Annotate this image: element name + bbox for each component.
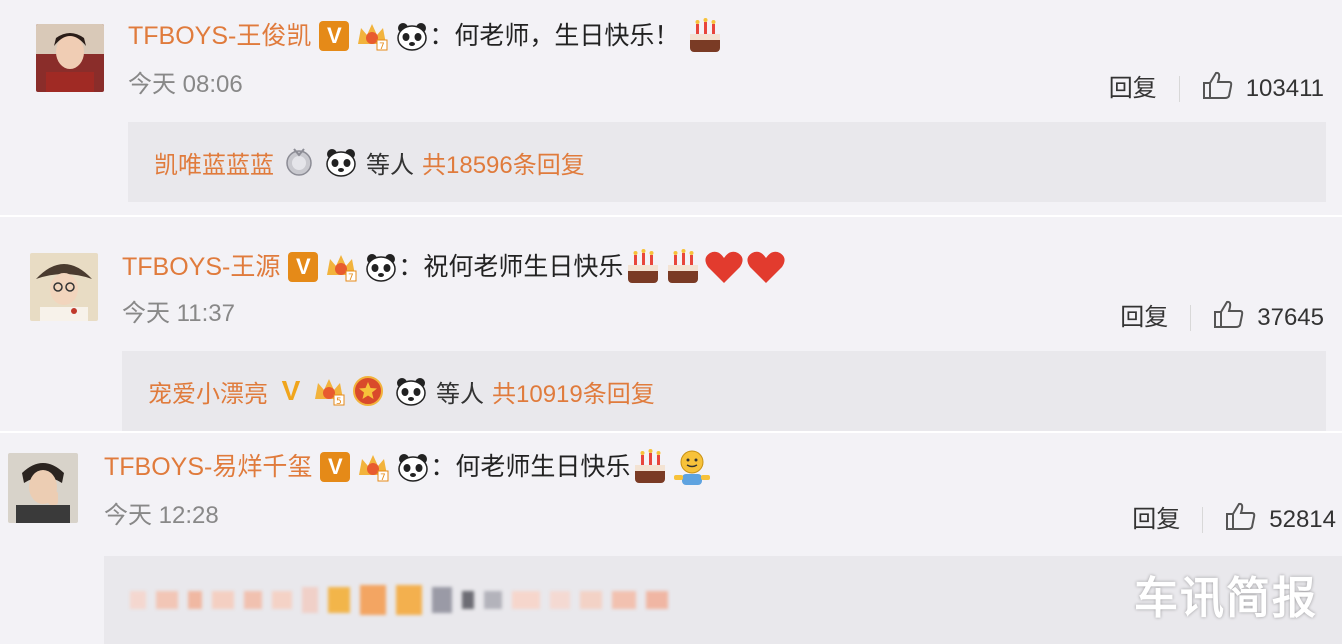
crown-level-icon: 5 — [312, 375, 346, 407]
comment-actions: 回复 37645 — [1120, 299, 1324, 337]
reply-button[interactable]: 回复 — [1132, 505, 1180, 535]
comment-time: 今天 12:28 — [104, 502, 219, 529]
comment-time: 今天 08:06 — [128, 71, 243, 98]
verified-v-icon: V — [281, 375, 301, 406]
panda-icon — [324, 146, 358, 178]
watermark-text: 车讯简报 — [1134, 574, 1318, 623]
cake-emoji-icon — [685, 16, 725, 56]
like-count: 103411 — [1245, 75, 1324, 102]
reply-count[interactable]: 共10919条回复 — [492, 374, 655, 409]
comment-text: ：何老师生日快乐 — [430, 453, 631, 481]
reply-count[interactable]: 共18596条回复 — [422, 145, 585, 180]
reply-tail-text: 等人 — [366, 151, 414, 179]
comment-item: TFBOYS-王源 V 7 ：祝何老师生日快乐 今天 11:37 回复 3764 — [0, 217, 1342, 431]
username[interactable]: TFBOYS-王俊凯 — [128, 19, 311, 53]
comment-text: ：何老师，生日快乐！ — [429, 22, 680, 50]
thumbs-up-icon — [1213, 299, 1245, 337]
verified-v-icon: V — [319, 21, 350, 51]
smiling-face-emoji-icon — [672, 447, 712, 487]
panda-icon — [395, 20, 429, 52]
crown-level-icon: 7 — [356, 451, 390, 483]
svg-text:5: 5 — [336, 397, 342, 407]
comment-item: TFBOYS-王俊凯 V 7 ：何老师，生日快乐！ 今天 08:06 回复 10… — [0, 0, 1342, 215]
medal-icon — [284, 147, 314, 177]
comment-header: TFBOYS-王俊凯 V 7 ：何老师，生日快乐！ — [128, 16, 725, 56]
cake-emoji-icon — [630, 447, 670, 487]
blurred-reply-content — [130, 585, 668, 615]
comment-actions: 回复 52814 — [1132, 501, 1336, 539]
cake-emoji-icon — [663, 247, 703, 287]
like-count: 52814 — [1269, 506, 1336, 533]
comment-header: TFBOYS-王源 V 7 ：祝何老师生日快乐 — [122, 247, 787, 287]
verified-v-icon: V — [320, 452, 351, 482]
crown-level-icon: 7 — [355, 20, 389, 52]
verified-v-icon: V — [288, 252, 319, 282]
reply-username[interactable]: 凯唯蓝蓝蓝 — [154, 145, 274, 180]
svg-text:7: 7 — [379, 42, 385, 52]
cake-emoji-icon — [623, 247, 663, 287]
reply-summary[interactable]: 宠爱小漂亮 V 5 等人 共10919条回复 — [122, 351, 1326, 431]
panda-icon — [364, 251, 398, 283]
heart-emoji-icon — [745, 248, 787, 286]
divider — [1190, 305, 1192, 331]
divider — [1178, 76, 1180, 102]
comment-text: ：祝何老师生日快乐 — [398, 253, 624, 281]
divider — [1202, 507, 1204, 533]
thumbs-up-icon — [1202, 70, 1234, 108]
like-count: 37645 — [1257, 304, 1324, 331]
like-button[interactable]: 52814 — [1225, 501, 1336, 539]
username[interactable]: TFBOYS-王源 — [122, 250, 280, 284]
svg-text:7: 7 — [380, 473, 386, 483]
like-button[interactable]: 37645 — [1213, 299, 1324, 337]
crown-level-icon: 7 — [324, 251, 358, 283]
reply-button[interactable]: 回复 — [1120, 303, 1168, 333]
avatar[interactable] — [8, 453, 78, 523]
reply-summary[interactable]: 凯唯蓝蓝蓝 等人 共18596条回复 — [128, 122, 1326, 202]
heart-emoji-icon — [703, 248, 745, 286]
avatar[interactable] — [30, 253, 98, 321]
username[interactable]: TFBOYS-易烊千玺 — [104, 450, 312, 484]
panda-icon — [396, 451, 430, 483]
reply-button[interactable]: 回复 — [1109, 74, 1157, 104]
like-button[interactable]: 103411 — [1202, 70, 1324, 108]
comment-header: TFBOYS-易烊千玺 V 7 ：何老师生日快乐 — [104, 447, 712, 487]
reply-username[interactable]: 宠爱小漂亮 — [148, 374, 268, 409]
svg-text:7: 7 — [348, 273, 354, 283]
star-medal-icon — [352, 375, 384, 407]
panda-icon — [394, 375, 428, 407]
reply-tail-text: 等人 — [436, 380, 484, 408]
comment-actions: 回复 103411 — [1109, 70, 1324, 108]
thumbs-up-icon — [1225, 501, 1257, 539]
comment-time: 今天 11:37 — [122, 300, 235, 327]
avatar[interactable] — [36, 24, 104, 92]
